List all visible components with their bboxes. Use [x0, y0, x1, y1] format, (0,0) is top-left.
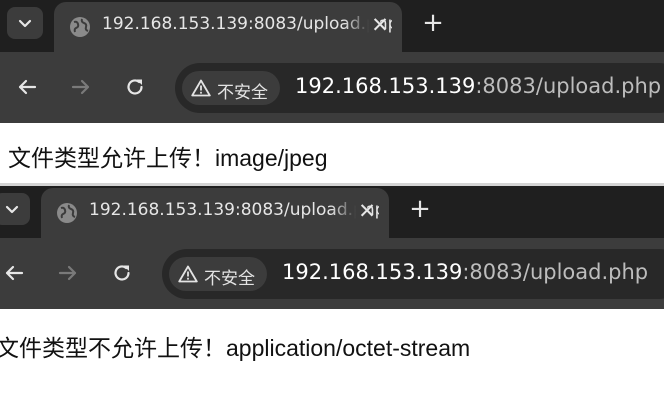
arrow-right-icon: [71, 79, 90, 95]
warning-icon: [191, 79, 211, 97]
url-host: 192.168.153.139: [282, 260, 463, 284]
browser-tab[interactable]: 192.168.153.139:8083/upload.php ✕: [41, 188, 389, 238]
address-bar[interactable]: 不安全 192.168.153.139:8083/upload.php: [162, 249, 664, 299]
security-chip[interactable]: 不安全: [182, 71, 280, 105]
close-tab-button[interactable]: ✕: [354, 196, 380, 226]
browser-tab[interactable]: 192.168.153.139:8083/upload.php ✕: [54, 2, 402, 52]
new-tab-button[interactable]: +: [418, 8, 448, 38]
toolbar: 不安全 192.168.153.139:8083/upload.php: [0, 238, 664, 309]
tab-strip: 192.168.153.139:8083/upload.php ✕ +: [0, 0, 664, 52]
new-tab-button[interactable]: +: [405, 194, 435, 224]
globe-icon: [70, 17, 90, 37]
reload-icon: [127, 79, 143, 95]
tab-strip: 192.168.153.139:8083/upload.php ✕ +: [0, 186, 664, 238]
security-chip[interactable]: 不安全: [169, 257, 267, 291]
result-message: 文件类型允许上传！image/jpeg: [8, 145, 328, 171]
url-path: :8083/upload.php: [475, 74, 662, 98]
forward-button[interactable]: [53, 258, 83, 288]
security-label: 不安全: [217, 83, 268, 103]
url-text[interactable]: 192.168.153.139:8083/upload.php: [282, 260, 648, 284]
back-button[interactable]: [0, 258, 29, 288]
tab-search-button[interactable]: [0, 193, 30, 225]
page-content: 文件类型允许上传！image/jpeg: [0, 123, 664, 184]
toolbar: 不安全 192.168.153.139:8083/upload.php: [0, 52, 664, 123]
reload-icon: [114, 265, 130, 281]
arrow-right-icon: [58, 265, 77, 281]
forward-button[interactable]: [66, 72, 96, 102]
tab-search-button[interactable]: [7, 7, 43, 39]
url-host: 192.168.153.139: [295, 74, 476, 98]
address-bar[interactable]: 不安全 192.168.153.139:8083/upload.php: [175, 63, 664, 113]
browser-window-1: 192.168.153.139:8083/upload.php ✕ + 不安全 …: [0, 0, 664, 184]
page-content: 文件类型不允许上传！application/octet-stream: [0, 309, 664, 397]
back-button[interactable]: [12, 72, 42, 102]
warning-icon: [178, 265, 198, 283]
chevron-down-icon: [18, 19, 32, 28]
result-message: 文件类型不允许上传！application/octet-stream: [0, 335, 471, 361]
arrow-left-icon: [5, 265, 24, 281]
reload-button[interactable]: [107, 258, 137, 288]
globe-icon: [57, 203, 77, 223]
security-label: 不安全: [204, 269, 255, 289]
url-text[interactable]: 192.168.153.139:8083/upload.php: [295, 74, 661, 98]
reload-button[interactable]: [120, 72, 150, 102]
browser-window-2: 192.168.153.139:8083/upload.php ✕ + 不安全 …: [0, 186, 664, 397]
arrow-left-icon: [18, 79, 37, 95]
chevron-down-icon: [5, 205, 19, 214]
close-tab-button[interactable]: ✕: [367, 10, 393, 40]
url-path: :8083/upload.php: [462, 260, 649, 284]
